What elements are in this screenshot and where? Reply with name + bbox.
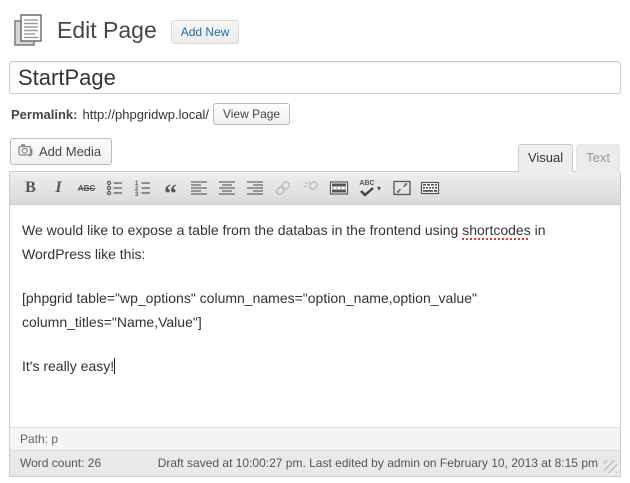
bold-icon: B bbox=[25, 179, 36, 197]
spellcheck-icon: ABC bbox=[359, 180, 375, 197]
post-title-input[interactable] bbox=[9, 61, 621, 94]
link-button[interactable] bbox=[269, 175, 296, 201]
align-center-icon bbox=[217, 178, 237, 198]
blockquote-button[interactable]: “ bbox=[157, 175, 184, 201]
permalink-row: Permalink: http://phpgridwp.local/ View … bbox=[11, 103, 621, 125]
unlink-button[interactable] bbox=[297, 175, 324, 201]
media-tabs-row: Add Media Visual Text bbox=[9, 138, 621, 171]
bold-button[interactable]: B bbox=[17, 175, 44, 201]
bullet-list-icon bbox=[105, 178, 125, 198]
editor-toolbar: B I ABC 123 bbox=[10, 172, 620, 205]
word-count: Word count: 26 bbox=[20, 456, 101, 470]
paragraph: [phpgrid table="wp_options" column_names… bbox=[22, 286, 608, 334]
misspelled-word: shortcodes bbox=[462, 222, 530, 238]
paragraph-text: It's really easy! bbox=[22, 358, 114, 374]
autosave-info: Draft saved at 10:00:27 pm. Last edited … bbox=[158, 456, 598, 470]
editor-mode-tabs: Visual Text bbox=[518, 144, 620, 171]
pages-icon bbox=[11, 12, 47, 48]
italic-icon: I bbox=[55, 179, 61, 197]
text-cursor bbox=[114, 358, 115, 374]
view-page-button[interactable]: View Page bbox=[213, 103, 290, 125]
element-path-bar: Path: p bbox=[10, 427, 620, 450]
numbered-list-button[interactable]: 123 bbox=[129, 175, 156, 201]
fullscreen-icon bbox=[392, 178, 412, 198]
add-new-button[interactable]: Add New bbox=[171, 20, 240, 44]
more-tag-button[interactable] bbox=[325, 175, 352, 201]
editor-content-area[interactable]: We would like to expose a table from the… bbox=[10, 205, 620, 427]
page-title: Edit Page bbox=[57, 17, 157, 44]
strikethrough-button[interactable]: ABC bbox=[73, 175, 100, 201]
align-center-button[interactable] bbox=[213, 175, 240, 201]
paragraph-text: We would like to expose a table from the… bbox=[22, 222, 462, 238]
unlink-icon bbox=[301, 178, 321, 198]
permalink-url: http://phpgridwp.local/ bbox=[82, 107, 208, 122]
add-media-label: Add Media bbox=[39, 144, 101, 159]
tab-text[interactable]: Text bbox=[576, 144, 620, 172]
paragraph: It's really easy! bbox=[22, 354, 608, 378]
align-left-button[interactable] bbox=[185, 175, 212, 201]
align-right-button[interactable] bbox=[241, 175, 268, 201]
visual-editor: B I ABC 123 bbox=[9, 171, 621, 477]
svg-text:3: 3 bbox=[135, 192, 139, 198]
align-left-icon bbox=[189, 178, 209, 198]
kitchen-sink-icon bbox=[420, 178, 440, 198]
paragraph: We would like to expose a table from the… bbox=[22, 218, 608, 266]
strikethrough-icon: ABC bbox=[78, 184, 95, 193]
link-icon bbox=[273, 178, 293, 198]
more-tag-icon bbox=[329, 178, 349, 198]
tab-visual[interactable]: Visual bbox=[518, 144, 573, 172]
editor-footer-bar: Word count: 26 Draft saved at 10:00:27 p… bbox=[10, 450, 620, 476]
bullet-list-button[interactable] bbox=[101, 175, 128, 201]
fullscreen-button[interactable] bbox=[388, 175, 415, 201]
page-header: Edit Page Add New bbox=[9, 8, 621, 50]
media-camera-icon bbox=[18, 143, 34, 160]
spellcheck-button[interactable]: ABC ▾ bbox=[353, 175, 387, 201]
resize-grip[interactable] bbox=[604, 460, 617, 473]
blockquote-icon: “ bbox=[164, 189, 177, 199]
kitchen-sink-button[interactable] bbox=[416, 175, 443, 201]
italic-button[interactable]: I bbox=[45, 175, 72, 201]
spellcheck-dropdown-arrow: ▾ bbox=[377, 184, 381, 193]
add-media-button[interactable]: Add Media bbox=[10, 138, 112, 165]
align-right-icon bbox=[245, 178, 265, 198]
numbered-list-icon: 123 bbox=[133, 178, 153, 198]
permalink-label: Permalink: bbox=[11, 107, 77, 122]
